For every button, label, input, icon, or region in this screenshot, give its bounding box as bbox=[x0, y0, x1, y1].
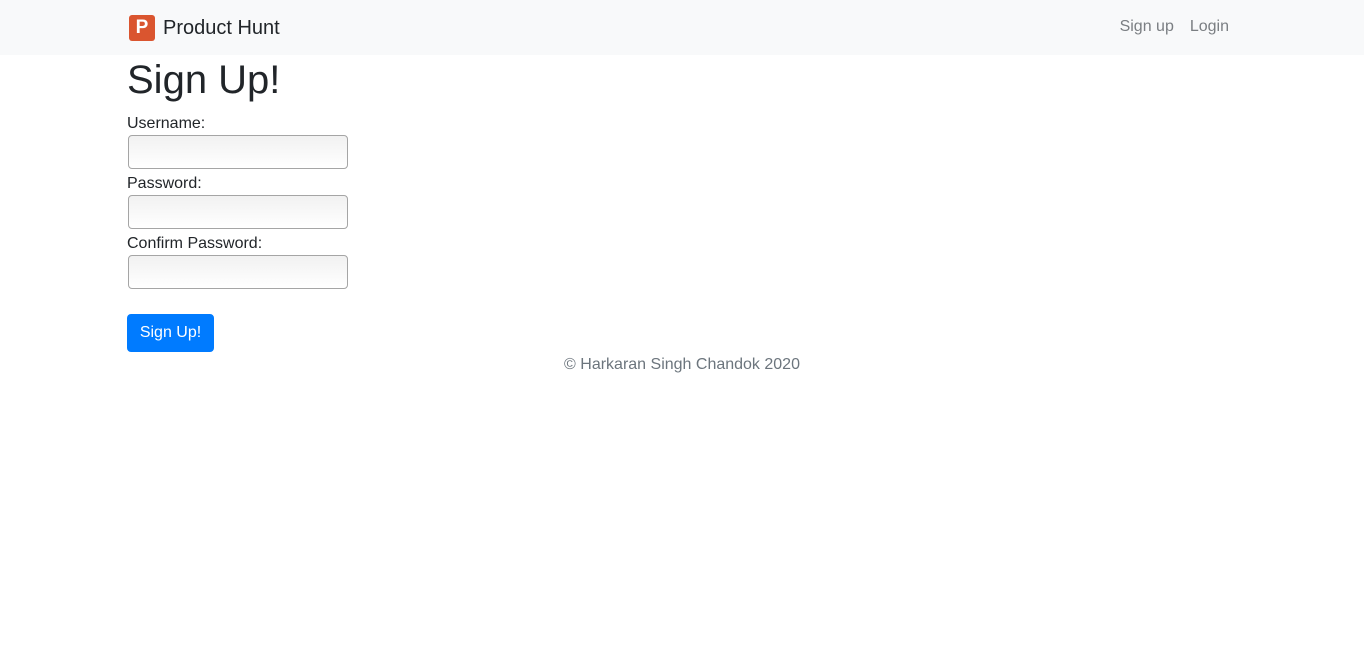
main-content: Sign Up! Username: Password: Confirm Pas… bbox=[127, 55, 1237, 352]
nav-links: Sign up Login bbox=[1120, 16, 1229, 38]
username-input[interactable] bbox=[128, 135, 348, 169]
footer-copyright: © Harkaran Singh Chandok 2020 bbox=[564, 356, 800, 373]
signup-form: Username: Password: Confirm Password: Si… bbox=[127, 114, 1237, 352]
signup-submit-button[interactable]: Sign Up! bbox=[127, 314, 214, 352]
confirm-password-input[interactable] bbox=[128, 255, 348, 289]
brand-link[interactable]: P Product Hunt bbox=[129, 14, 280, 41]
brand-name: Product Hunt bbox=[163, 16, 280, 39]
navbar: P Product Hunt Sign up Login bbox=[0, 0, 1364, 55]
password-input[interactable] bbox=[128, 195, 348, 229]
username-label: Username: bbox=[127, 115, 206, 132]
password-label: Password: bbox=[127, 175, 202, 192]
confirm-password-label: Confirm Password: bbox=[127, 235, 263, 252]
nav-login-link[interactable]: Login bbox=[1190, 16, 1229, 38]
product-hunt-logo-icon: P bbox=[129, 14, 155, 41]
nav-signup-link[interactable]: Sign up bbox=[1120, 16, 1174, 38]
page-title: Sign Up! bbox=[127, 58, 281, 102]
